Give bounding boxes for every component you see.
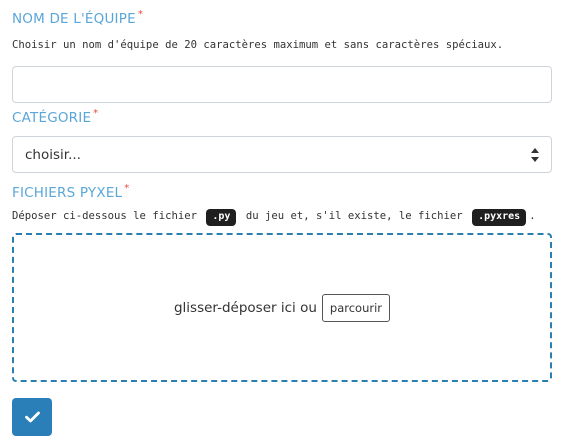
code-pyxres: .pyxres [472, 209, 527, 226]
team-name-input[interactable] [12, 66, 552, 103]
submit-button[interactable] [12, 398, 52, 436]
team-name-label: NOM DE L'ÉQUIPE * [12, 9, 144, 27]
category-selected-value: choisir... [25, 146, 81, 163]
select-arrows-icon [531, 148, 539, 162]
files-help: Déposer ci-dessous le fichier .py du jeu… [12, 208, 552, 226]
dropzone-text: glisser-déposer ici ou [173, 299, 317, 316]
required-mark: * [93, 108, 99, 119]
team-name-help: Choisir un nom d'équipe de 20 caractères… [12, 39, 504, 51]
category-select[interactable]: choisir... [12, 136, 552, 173]
browse-button[interactable]: parcourir [321, 293, 391, 322]
required-mark: * [137, 9, 144, 20]
category-group: CATÉGORIE * choisir... [12, 105, 552, 173]
required-mark: * [124, 183, 130, 194]
check-icon [24, 411, 40, 423]
code-py: .py [206, 209, 237, 226]
file-dropzone[interactable]: glisser-déposer ici ou parcourir [12, 233, 552, 382]
files-group: FICHIERS PYXEL * Déposer ci-dessous le fi… [12, 180, 552, 382]
team-name-group: NOM DE L'ÉQUIPE * Choisir un nom d'équipe… [12, 6, 552, 103]
files-label: FICHIERS PYXEL * [12, 183, 130, 201]
category-label: CATÉGORIE * [12, 108, 99, 126]
